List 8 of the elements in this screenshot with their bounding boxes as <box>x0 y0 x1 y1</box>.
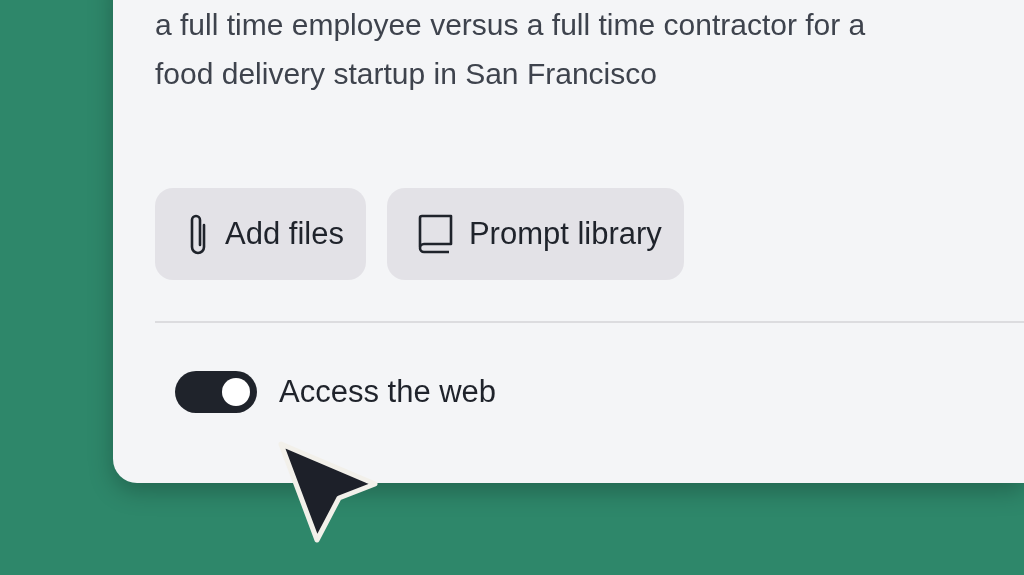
prompt-text-line: a full time employee versus a full time contractor for a <box>155 7 866 43</box>
toggle-label: Access the web <box>279 374 497 410</box>
add-files-button[interactable]: Add files <box>155 188 366 280</box>
web-access-toggle[interactable] <box>175 371 257 413</box>
book-icon <box>416 213 455 255</box>
prompt-library-button[interactable]: Prompt library <box>386 188 684 280</box>
prompt-text-line: food delivery startup in San Francisco <box>155 56 657 92</box>
cursor-icon <box>277 440 381 544</box>
